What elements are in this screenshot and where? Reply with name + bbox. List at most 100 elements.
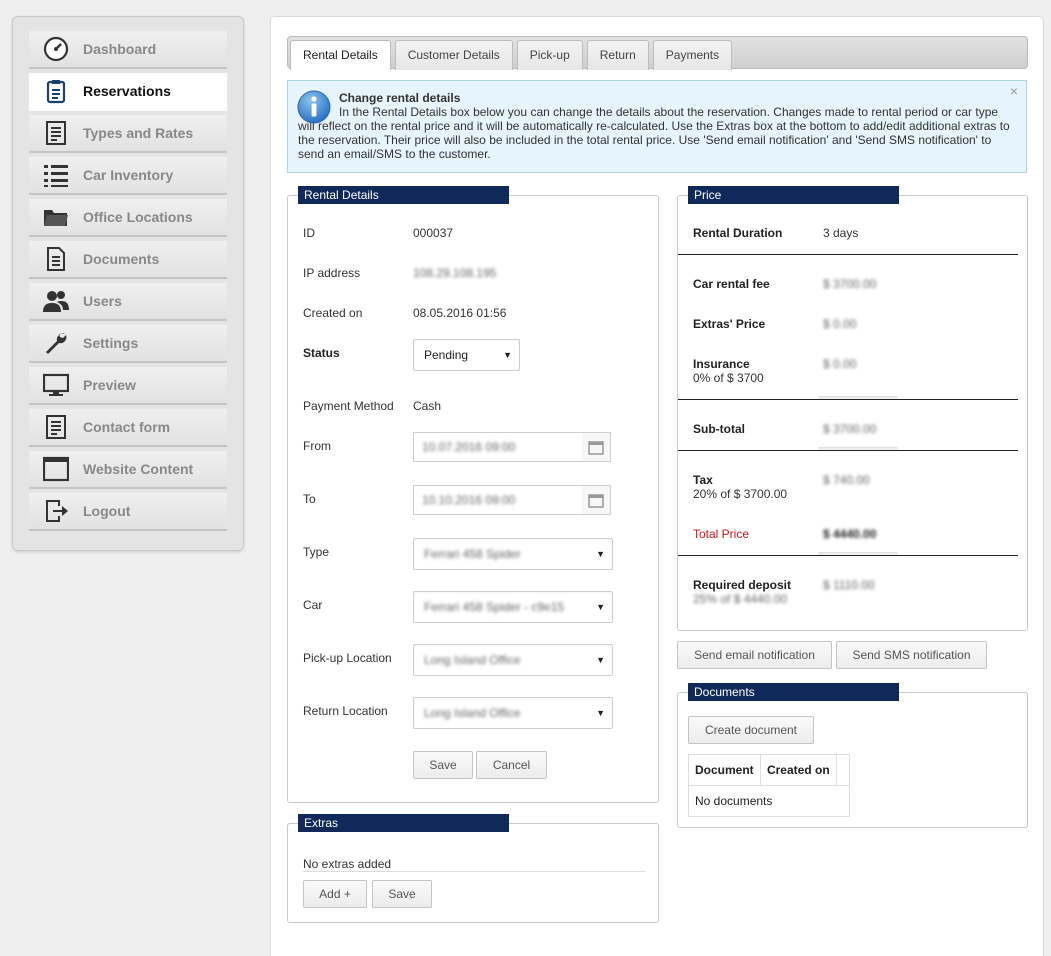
sidebar-item-contact-form[interactable]: Contact form <box>29 409 227 447</box>
send-email-notification-button[interactable]: Send email notification <box>677 641 832 669</box>
no-extras-text: No extras added <box>303 857 392 871</box>
extras-price-value: $ 0.00 <box>823 317 857 331</box>
documents-title: Documents <box>688 683 899 701</box>
chevron-down-icon: ▼ <box>503 350 512 360</box>
chevron-down-icon: ▼ <box>596 655 605 665</box>
divider <box>678 555 1018 556</box>
users-icon <box>29 288 83 314</box>
calendar-icon[interactable] <box>582 486 610 514</box>
rental-duration-label: Rental Duration <box>693 226 783 240</box>
add-extra-button[interactable]: Add + <box>303 880 367 908</box>
total-price-value: $ 4440.00 <box>823 527 877 541</box>
ip-label: IP address <box>303 266 361 280</box>
pickup-location-label: Pick-up Location <box>303 651 392 665</box>
type-value: Ferrari 458 Spider <box>424 547 521 561</box>
divider <box>678 254 1018 255</box>
chevron-down-icon: ▼ <box>596 602 605 612</box>
main-panel: Rental Details Customer Details Pick-up … <box>270 16 1044 956</box>
column-header-spacer <box>836 754 850 786</box>
cancel-button[interactable]: Cancel <box>476 751 547 779</box>
sidebar-item-types-and-rates[interactable]: Types and Rates <box>29 115 227 153</box>
sidebar-item-label: Users <box>83 293 122 309</box>
tab-return[interactable]: Return <box>586 40 649 70</box>
info-text: In the Rental Details box below you can … <box>298 105 1010 161</box>
sidebar-item-logout[interactable]: Logout <box>29 493 227 531</box>
sidebar-item-reservations[interactable]: Reservations <box>29 73 227 111</box>
sidebar-item-label: Car Inventory <box>83 167 174 183</box>
from-label: From <box>303 439 331 453</box>
tax-sub: 20% of $ 3700.00 <box>693 487 788 501</box>
sidebar-item-office-locations[interactable]: Office Locations <box>29 199 227 237</box>
no-documents-text: No documents <box>688 785 850 817</box>
sidebar-item-preview[interactable]: Preview <box>29 367 227 405</box>
document-icon <box>29 246 83 272</box>
pickup-location-value: Long Island Office <box>424 653 521 667</box>
car-rental-fee-value: $ 3700.00 <box>823 277 877 291</box>
tab-customer-details[interactable]: Customer Details <box>394 40 513 70</box>
to-label: To <box>303 492 316 506</box>
sidebar-item-label: Website Content <box>83 461 194 477</box>
documents-table: Document Created on No documents <box>688 754 850 817</box>
rental-details-box: Rental Details ID 000037 IP address 108.… <box>287 186 659 803</box>
tab-pick-up[interactable]: Pick-up <box>516 40 583 70</box>
form-icon <box>29 414 83 440</box>
save-button[interactable]: Save <box>413 751 473 779</box>
sidebar-item-users[interactable]: Users <box>29 283 227 321</box>
info-icon <box>297 90 331 124</box>
car-select[interactable]: Ferrari 458 Spider - c9e15 ▼ <box>413 591 613 623</box>
tab-payments[interactable]: Payments <box>652 40 733 70</box>
column-header-document[interactable]: Document <box>688 754 761 786</box>
status-label: Status <box>303 346 340 360</box>
close-icon[interactable]: × <box>1010 84 1018 98</box>
document-list-icon <box>29 120 83 146</box>
pickup-location-select[interactable]: Long Island Office ▼ <box>413 644 613 676</box>
return-location-select[interactable]: Long Island Office ▼ <box>413 697 613 729</box>
sidebar-item-dashboard[interactable]: Dashboard <box>29 31 227 69</box>
id-value: 000037 <box>413 226 454 240</box>
status-select[interactable]: Pending ▼ <box>413 339 520 371</box>
required-deposit-sub: 25% of $ 4440.00 <box>693 592 788 606</box>
payment-label: Payment Method <box>303 399 394 413</box>
extras-divider <box>303 871 645 872</box>
extras-box: Extras No extras added Add + Save <box>287 814 659 923</box>
sidebar-item-settings[interactable]: Settings <box>29 325 227 363</box>
insurance-sub: 0% of $ 3700 <box>693 371 764 385</box>
ip-value: 108.29.108.195 <box>413 266 497 280</box>
created-value: 08.05.2016 01:56 <box>413 306 507 320</box>
total-price-label: Total Price <box>693 527 750 541</box>
from-date-input[interactable]: 10.07.2016 09:00 <box>413 432 611 462</box>
column-header-created-on[interactable]: Created on <box>759 754 838 786</box>
calendar-icon[interactable] <box>582 433 610 461</box>
tax-value: $ 740.00 <box>823 473 870 487</box>
type-select[interactable]: Ferrari 458 Spider ▼ <box>413 538 613 570</box>
create-document-button[interactable]: Create document <box>688 716 814 744</box>
extras-price-label: Extras' Price <box>693 317 766 331</box>
sidebar-item-label: Contact form <box>83 419 171 435</box>
sidebar-item-documents[interactable]: Documents <box>29 241 227 279</box>
send-sms-notification-button[interactable]: Send SMS notification <box>836 641 987 669</box>
return-location-label: Return Location <box>303 704 388 718</box>
status-value: Pending <box>424 348 469 362</box>
price-box: Price Rental Duration 3 days Car rental … <box>677 186 1028 631</box>
rental-duration-value: 3 days <box>823 226 859 240</box>
subtotal-value: $ 3700.00 <box>823 422 877 436</box>
sidebar-item-car-inventory[interactable]: Car Inventory <box>29 157 227 195</box>
type-label: Type <box>303 545 330 559</box>
to-date-input[interactable]: 10.10.2016 09:00 <box>413 485 611 515</box>
sidebar-item-website-content[interactable]: Website Content <box>29 451 227 489</box>
sidebar-item-label: Logout <box>83 503 131 519</box>
folder-icon <box>29 204 83 230</box>
sidebar-item-label: Preview <box>83 377 136 393</box>
clipboard-icon <box>29 78 83 104</box>
documents-box: Documents Create document Document Creat… <box>677 683 1028 828</box>
extras-save-button[interactable]: Save <box>372 880 432 908</box>
list-icon <box>29 162 83 188</box>
divider <box>678 399 1018 400</box>
id-label: ID <box>303 226 315 240</box>
created-label: Created on <box>303 306 363 320</box>
sidebar-nav: Dashboard Reservations Types and Rates C… <box>12 16 244 551</box>
subtotal-label: Sub-total <box>693 422 745 436</box>
sidebar-item-label: Reservations <box>83 83 171 99</box>
tab-rental-details[interactable]: Rental Details <box>290 40 391 70</box>
car-value: Ferrari 458 Spider - c9e15 <box>424 600 565 614</box>
